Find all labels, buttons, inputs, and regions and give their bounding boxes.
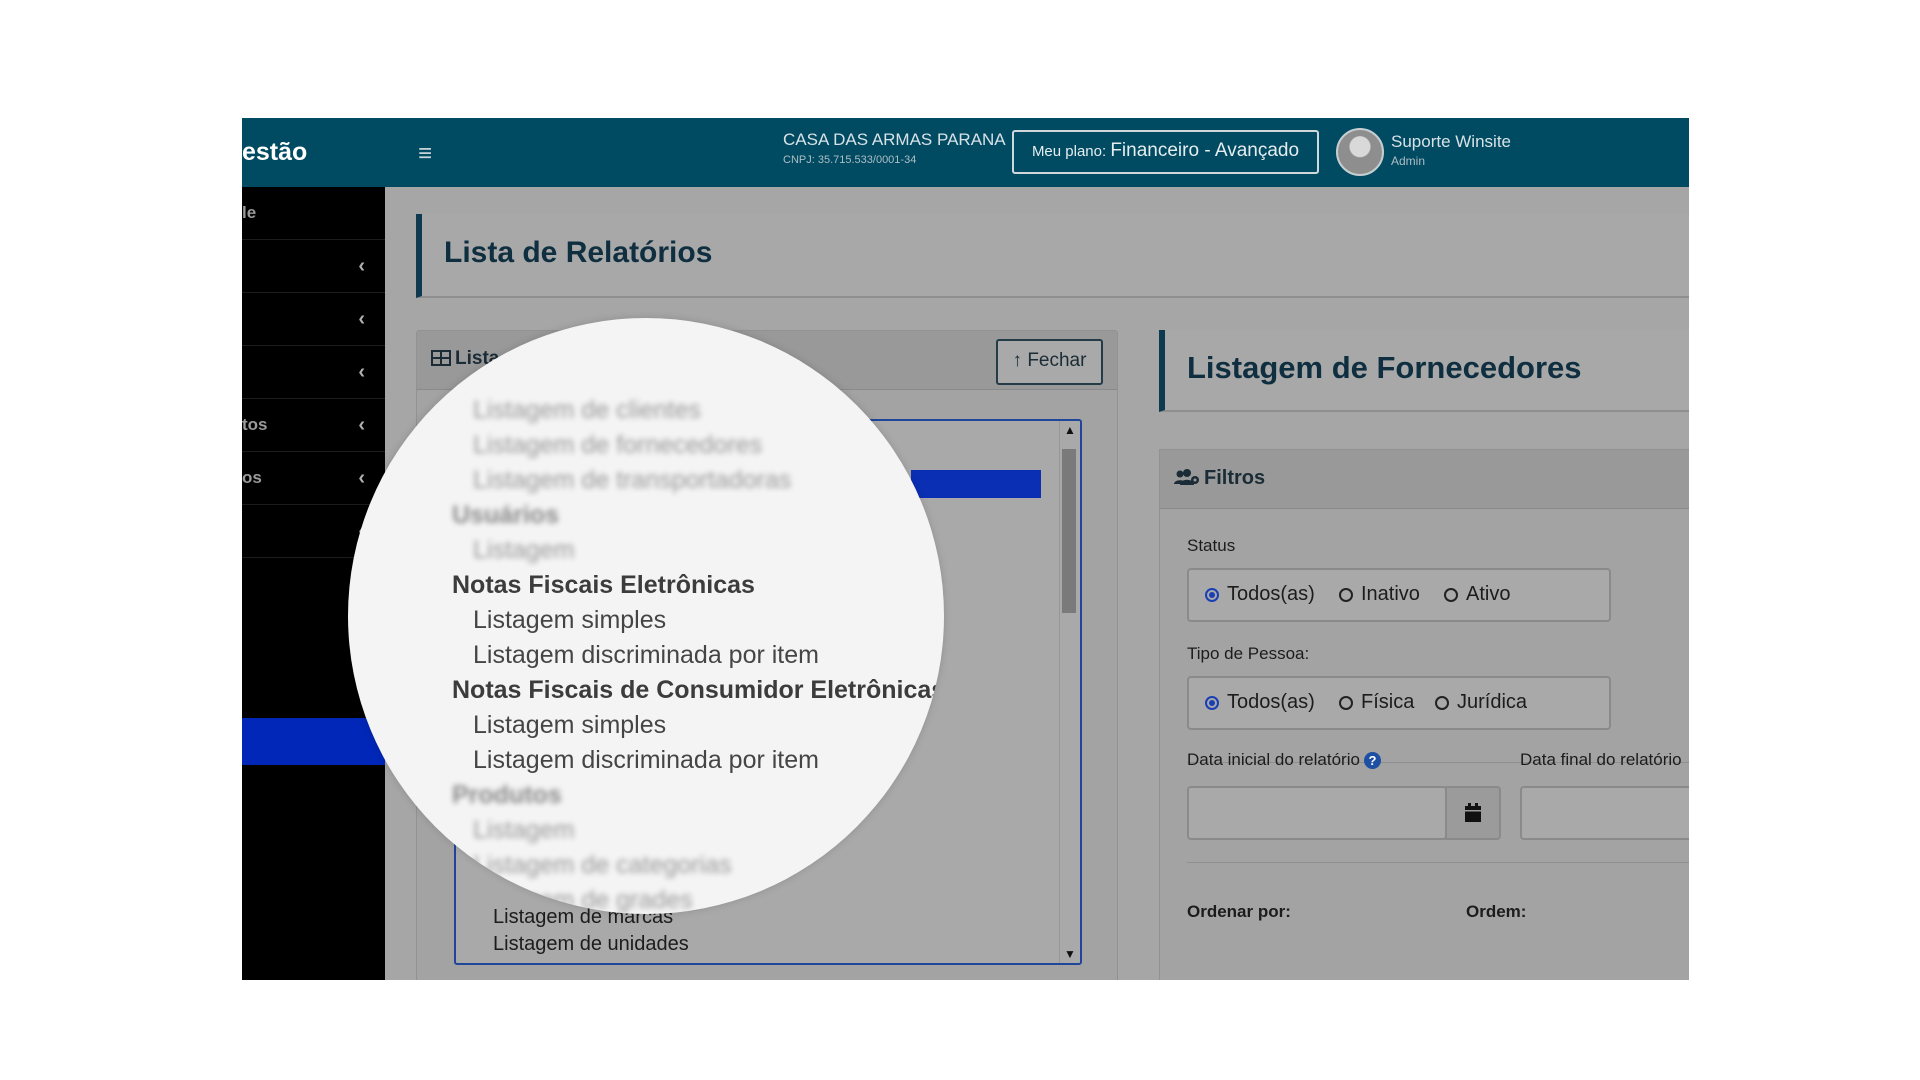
listbox-selected-row[interactable]	[911, 470, 1041, 498]
sidebar-item-6[interactable]: os ‹	[242, 452, 385, 505]
magnified-list-item: Listagem de categorias	[473, 851, 732, 879]
table-icon	[431, 350, 451, 366]
magnified-list-item: Listagem	[473, 816, 575, 844]
sidebar-item-active[interactable]	[242, 718, 385, 765]
radio-unchecked[interactable]	[1435, 696, 1449, 710]
date-start-label-text: Data inicial do relatório	[1187, 750, 1360, 769]
date-start-input[interactable]	[1187, 786, 1447, 840]
magnified-group-header: Notas Fiscais de Consumidor Eletrônicas	[452, 676, 944, 704]
help-icon[interactable]: ?	[1363, 752, 1381, 769]
magnified-list-item[interactable]: Listagem discriminada por item	[473, 641, 819, 670]
filters-title-text: Filtros	[1204, 467, 1266, 489]
sidebar-item-label: le	[242, 203, 257, 222]
radio-label: Física	[1361, 691, 1415, 713]
users-cog-icon	[1174, 469, 1199, 485]
magnified-group-header: Produtos	[452, 781, 562, 809]
sidebar-item-5[interactable]: tos ‹	[242, 399, 385, 452]
radio-checked[interactable]	[1205, 588, 1219, 602]
status-option-all[interactable]: Todos(as)	[1205, 583, 1315, 606]
date-start-calendar-button[interactable]	[1445, 786, 1501, 840]
date-end-input[interactable]	[1520, 786, 1689, 840]
status-radio-group: Todos(as) Inativo Ativo	[1187, 568, 1611, 622]
radio-label: Jurídica	[1457, 691, 1528, 713]
chevron-left-icon: ‹	[358, 414, 365, 436]
person-option-legal[interactable]: Jurídica	[1435, 691, 1527, 714]
close-button-label: Fechar	[1027, 350, 1087, 371]
person-type-label: Tipo de Pessoa:	[1187, 644, 1310, 663]
plan-prefix: Meu plano:	[1031, 143, 1107, 160]
company-name: CASA DAS ARMAS PARANA	[783, 130, 1006, 149]
sidebar-logo[interactable]: estão	[242, 118, 385, 187]
person-option-physical[interactable]: Física	[1339, 691, 1414, 714]
report-title: Listagem de Fornecedores	[1187, 350, 1582, 385]
user-name: Suporte Winsite	[1391, 132, 1511, 151]
chevron-left-icon: ‹	[358, 467, 365, 489]
status-option-active[interactable]: Ativo	[1444, 583, 1510, 606]
divider	[1187, 862, 1689, 863]
magnified-list-item[interactable]: Listagem simples	[473, 711, 666, 740]
person-option-all[interactable]: Todos(as)	[1205, 691, 1315, 714]
radio-label: Todos(as)	[1227, 583, 1315, 605]
status-option-inactive[interactable]: Inativo	[1339, 583, 1420, 606]
radio-unchecked[interactable]	[1444, 588, 1458, 602]
filters-card: Filtros Status Todos(as) Inativo Ativo T…	[1159, 449, 1689, 980]
filters-header: Filtros	[1160, 450, 1689, 509]
sidebar-item-4[interactable]: ‹	[242, 346, 385, 399]
page-header: Lista de Relatórios	[416, 214, 1689, 298]
magnified-list-item: Listagem de transportadoras	[473, 466, 792, 494]
magnified-group-header: Usuários	[452, 501, 559, 529]
sidebar-item-2[interactable]: ‹	[242, 240, 385, 293]
company-info: CASA DAS ARMAS PARANA CNPJ: 35.715.533/0…	[783, 130, 1006, 166]
scroll-down-icon[interactable]: ▼	[1064, 947, 1076, 961]
magnified-list-item: Listagem de clientes	[473, 396, 701, 424]
avatar[interactable]	[1336, 128, 1384, 176]
arrow-up-icon: ↑	[1012, 350, 1023, 371]
radio-checked[interactable]	[1205, 696, 1219, 710]
radio-unchecked[interactable]	[1339, 696, 1353, 710]
order-label: Ordem:	[1466, 902, 1527, 921]
topbar: ≡ CASA DAS ARMAS PARANA CNPJ: 35.715.533…	[385, 118, 1689, 187]
close-button[interactable]: ↑ Fechar	[996, 339, 1103, 385]
radio-label: Inativo	[1361, 583, 1420, 605]
magnified-list-item: Listagem de grades	[473, 886, 693, 914]
sidebar-item-label: tos	[242, 415, 268, 434]
magnified-list-item[interactable]: Listagem discriminada por item	[473, 746, 819, 775]
sidebar-item-1[interactable]: le	[242, 187, 385, 240]
user-role: Admin	[1391, 154, 1426, 168]
person-type-radio-group: Todos(as) Física Jurídica	[1187, 676, 1611, 730]
date-end-label: Data final do relatório	[1520, 750, 1682, 769]
page-title: Lista de Relatórios	[444, 236, 713, 269]
logo-text: estão	[242, 138, 308, 166]
scroll-up-icon[interactable]: ▲	[1064, 423, 1076, 437]
menu-icon[interactable]: ≡	[418, 140, 432, 168]
report-header: Listagem de Fornecedores	[1159, 330, 1689, 412]
chevron-left-icon: ‹	[358, 308, 365, 330]
sidebar-item-3[interactable]: ‹	[242, 293, 385, 346]
listbox-scrollbar[interactable]: ▲ ▼	[1059, 421, 1080, 963]
magnified-list-item: Listagem	[473, 536, 575, 564]
magnified-list-item: Listagem de fornecedores	[473, 431, 763, 459]
magnified-group-header: Notas Fiscais Eletrônicas	[452, 571, 755, 599]
date-start-label: Data inicial do relatório?	[1187, 750, 1381, 770]
list-item[interactable]: Listagem de unidades	[493, 933, 689, 956]
magnified-list-item[interactable]: Listagem simples	[473, 606, 666, 635]
calendar-icon	[1465, 803, 1481, 822]
company-cnpj: CNPJ: 35.715.533/0001-34	[783, 154, 917, 166]
sidebar-item-label: os	[242, 468, 262, 487]
radio-unchecked[interactable]	[1339, 588, 1353, 602]
plan-button[interactable]: Meu plano: Financeiro - Avançado	[1012, 130, 1319, 174]
scrollbar-thumb[interactable]	[1062, 449, 1076, 613]
magnifier-lens: Listagem de clientes Listagem de fornece…	[348, 318, 944, 914]
chevron-left-icon: ‹	[358, 255, 365, 277]
status-label: Status	[1187, 536, 1236, 555]
radio-label: Ativo	[1466, 583, 1511, 605]
user-info[interactable]: Suporte Winsite Admin	[1391, 132, 1511, 168]
order-by-label: Ordenar por:	[1187, 902, 1291, 921]
plan-value: Financeiro - Avançado	[1110, 140, 1300, 161]
chevron-left-icon: ‹	[358, 361, 365, 383]
filters-title: Filtros	[1174, 467, 1265, 490]
radio-label: Todos(as)	[1227, 691, 1315, 713]
